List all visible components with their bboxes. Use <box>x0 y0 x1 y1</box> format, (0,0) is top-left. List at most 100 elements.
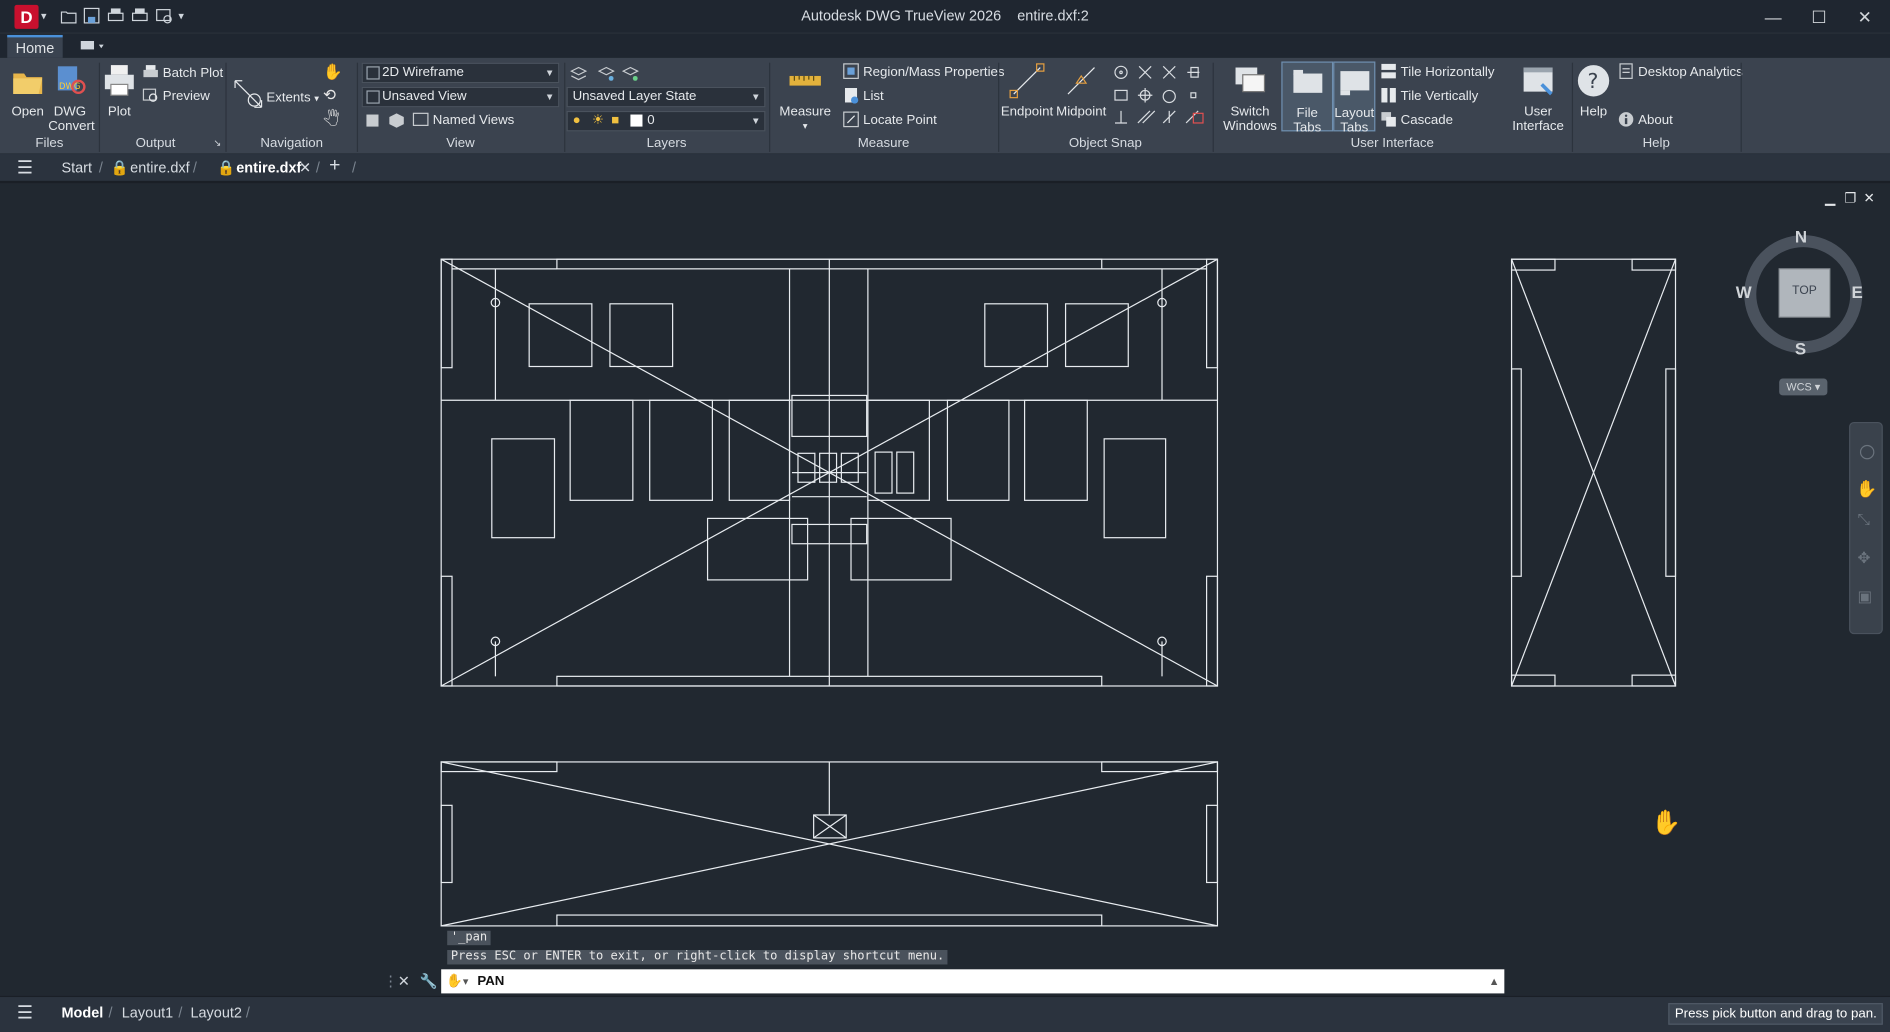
tab-divider: / <box>98 159 103 177</box>
folder-icon <box>13 73 43 95</box>
app-menu-arrow-icon[interactable]: ▾ <box>41 10 46 23</box>
tab-layout2[interactable]: Layout2 <box>190 1004 241 1021</box>
user-interface-button[interactable]: User Interface <box>1512 63 1565 134</box>
command-line-input[interactable]: ✋ ▾ PAN ▲ <box>441 969 1505 994</box>
named-views-button[interactable]: Named Views <box>412 110 514 132</box>
view-box-icon[interactable] <box>364 112 381 129</box>
pan-icon[interactable]: ✋ <box>323 63 343 82</box>
layer-properties-icon[interactable] <box>570 65 588 82</box>
extents-button[interactable]: Extents ▾ <box>266 87 319 109</box>
plot-icon[interactable] <box>107 7 124 24</box>
drawing-canvas[interactable]: ▁ ❐ ✕ N S E W TOP WCS ▾ ✋ ⤡ ✥ ▣ ✋ <box>0 185 1890 996</box>
saved-view-dropdown[interactable]: Unsaved View ▼ <box>361 86 560 108</box>
measure-label: Measure <box>779 104 831 120</box>
3d-view-icon[interactable] <box>388 112 405 129</box>
batch-plot-icon[interactable] <box>131 7 148 24</box>
layer-isolate-icon[interactable] <box>597 65 615 82</box>
zoom-icon[interactable]: 🖑 <box>323 109 340 136</box>
compass-west[interactable]: W <box>1736 282 1752 301</box>
status-bar: ☰ Model / Layout1 / Layout2 / Press pick… <box>0 995 1890 1032</box>
tab-layout1[interactable]: Layout1 <box>122 1004 173 1021</box>
steering-wheel-icon[interactable] <box>1859 444 1875 460</box>
ui-label-2: Interface <box>1512 119 1564 134</box>
hamburger-menu-icon[interactable]: ☰ <box>17 157 33 178</box>
cascade-button[interactable]: Cascade <box>1380 110 1453 132</box>
layer-unisolate-icon[interactable] <box>621 65 639 82</box>
user-interface-panel-title: User Interface <box>1350 136 1434 151</box>
maximize-button[interactable]: ☐ <box>1801 5 1837 29</box>
workspace-switch-icon[interactable] <box>80 39 107 53</box>
preview-button[interactable]: Preview <box>142 86 210 108</box>
layer-dropdown[interactable]: ● ☀ ■ 0 ▼ <box>566 110 766 132</box>
panel-separator <box>98 62 101 152</box>
panel-launcher-icon[interactable]: ↘ <box>213 137 221 148</box>
command-grip-icon[interactable]: ⋮ <box>383 969 397 993</box>
about-button[interactable]: About <box>1618 110 1673 132</box>
quick-access-dropdown-icon[interactable]: ▾ <box>178 10 183 23</box>
app-logo[interactable]: D <box>14 4 39 29</box>
midpoint-snap-button[interactable]: Midpoint <box>1054 63 1109 119</box>
plot-preview-icon[interactable] <box>155 7 172 24</box>
recent-commands-icon[interactable]: ▾ <box>463 969 468 993</box>
visual-style-dropdown[interactable]: 2D Wireframe ▼ <box>361 62 560 84</box>
ui-label-1: User <box>1524 104 1553 120</box>
switch-windows-button[interactable]: Switch Windows <box>1220 63 1280 134</box>
tab-divider: / <box>178 1004 183 1022</box>
info-icon <box>1618 112 1634 127</box>
close-button[interactable]: ✕ <box>1847 5 1883 29</box>
help-label: Help <box>1579 104 1608 120</box>
batch-plot-button[interactable]: Batch Plot <box>142 63 223 85</box>
measure-button[interactable]: Measure ▾ <box>779 63 832 134</box>
desktop-analytics-button[interactable]: Desktop Analytics <box>1618 61 1743 83</box>
open-button[interactable]: Open <box>7 63 48 119</box>
pan-nav-icon[interactable]: ✋ <box>1856 479 1877 499</box>
dwg-label-2: Convert <box>48 119 95 134</box>
endpoint-snap-button[interactable]: Endpoint <box>1000 63 1053 119</box>
layout-tabs-toggle[interactable]: Layout Tabs <box>1333 61 1376 135</box>
orbit-icon[interactable]: ⟲ <box>323 86 336 105</box>
tab-entire-dxf-1[interactable]: entire.dxf <box>130 159 189 176</box>
tab-divider: / <box>192 159 197 177</box>
help-button[interactable]: ? Help <box>1574 63 1613 120</box>
tab-close-icon[interactable]: ✕ <box>299 159 311 176</box>
document-tab-bar: ☰ Start / 🔒 entire.dxf / 🔒 entire.dxf ✕ … <box>0 154 1890 184</box>
compass-south[interactable]: S <box>1795 339 1806 358</box>
list-button[interactable]: List <box>843 86 884 108</box>
viewcube-face-label[interactable]: TOP <box>1779 285 1830 298</box>
tab-model[interactable]: Model <box>61 1004 103 1021</box>
command-history-2: Press ESC or ENTER to exit, or right-cli… <box>447 950 948 965</box>
tab-home[interactable]: Home <box>7 34 63 58</box>
measure-dropdown-icon: ▾ <box>802 120 808 132</box>
plot-button[interactable]: Plot <box>101 63 137 119</box>
tile-vertically-button[interactable]: Tile Vertically <box>1380 86 1478 108</box>
tab-divider: / <box>245 1004 250 1022</box>
wcs-menu[interactable]: WCS ▾ <box>1779 378 1828 396</box>
command-history-expand-icon[interactable]: ▲ <box>1489 969 1500 993</box>
navigation-panel-title: Navigation <box>260 136 324 151</box>
tab-start[interactable]: Start <box>61 159 92 176</box>
zoom-extents-icon[interactable]: ⤡ <box>1858 510 1871 529</box>
compass-east[interactable]: E <box>1851 282 1862 301</box>
locate-point-button[interactable]: Locate Point <box>843 110 937 132</box>
region-mass-button[interactable]: Region/Mass Properties <box>843 61 1005 83</box>
app-window: D ▾ ▾ Autodesk DWG TrueView 2026 entire.… <box>0 0 1890 1032</box>
layer-state-dropdown[interactable]: Unsaved Layer State ▼ <box>566 86 766 108</box>
new-tab-button[interactable]: + <box>329 156 340 178</box>
switch-label-2: Windows <box>1223 119 1277 134</box>
command-close-icon[interactable]: ✕ <box>398 969 410 993</box>
tile-horizontally-button[interactable]: Tile Horizontally <box>1380 61 1495 83</box>
layout-menu-icon[interactable]: ☰ <box>17 1002 33 1023</box>
extents-icon[interactable] <box>231 77 265 111</box>
svg-text:?: ? <box>1588 69 1599 93</box>
dwg-convert-button[interactable]: DWG DWG Convert <box>48 63 95 134</box>
minimize-button[interactable]: — <box>1755 5 1791 29</box>
command-customize-icon[interactable]: 🔧 <box>419 969 437 993</box>
open-file-icon[interactable] <box>60 8 77 24</box>
tab-entire-dxf-2[interactable]: entire.dxf <box>236 159 301 176</box>
file-tabs-toggle[interactable]: File Tabs <box>1281 61 1334 135</box>
snap-modes-icon-grid[interactable] <box>1111 63 1210 133</box>
showmotion-icon[interactable]: ▣ <box>1858 587 1873 606</box>
orbit-nav-icon[interactable]: ✥ <box>1858 549 1871 568</box>
save-icon[interactable] <box>83 7 100 24</box>
compass-north[interactable]: N <box>1795 227 1807 246</box>
